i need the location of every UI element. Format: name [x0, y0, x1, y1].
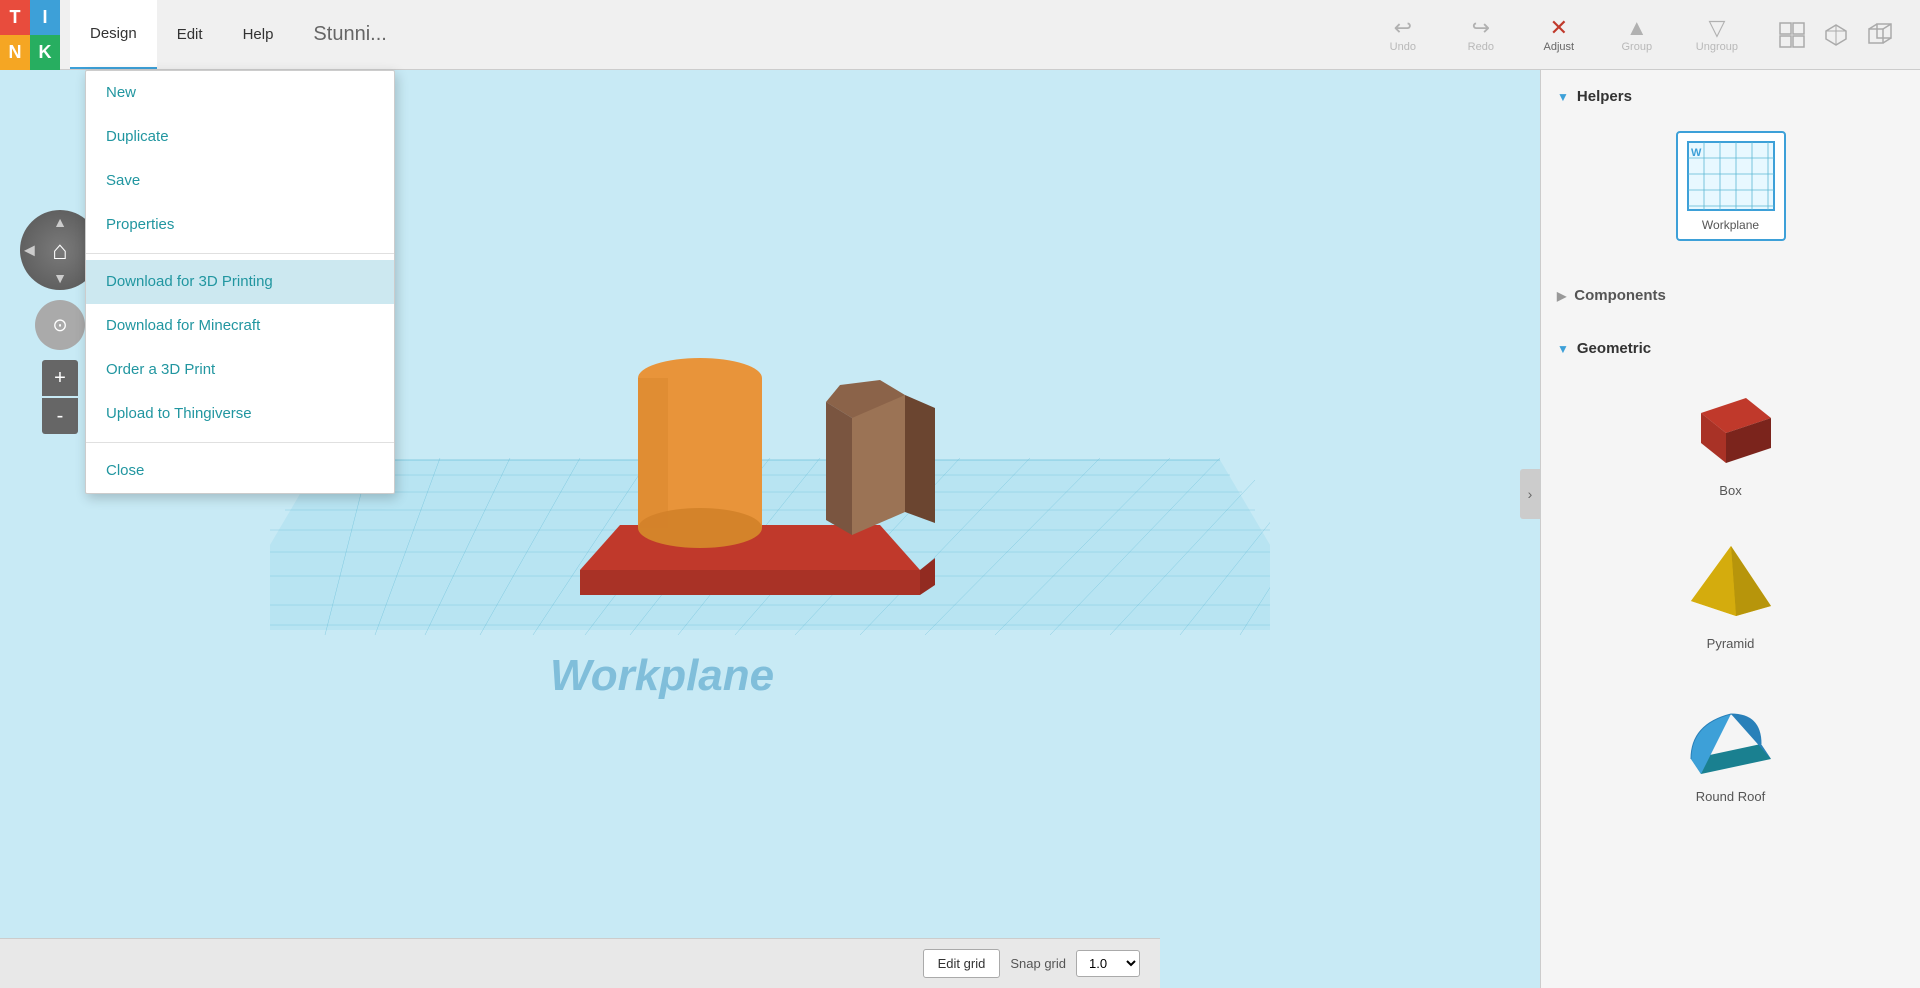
ungroup-icon: ▽ [1708, 17, 1725, 39]
nav-menu: Design Edit Help [70, 0, 293, 69]
reset-icon: ⊙ [52, 315, 67, 336]
chevron-right-icon: › [1528, 486, 1533, 502]
helpers-section: ▼ Helpers [1541, 70, 1920, 269]
undo-icon: ↩ [1394, 17, 1412, 39]
dropdown-menu: New Duplicate Save Properties Download f… [85, 70, 395, 494]
components-arrow-icon: ▶ [1557, 289, 1566, 303]
helpers-label: Helpers [1577, 88, 1632, 105]
group-label: Group [1622, 41, 1653, 53]
bottom-bar: Edit grid Snap grid 1.0 0.5 0.25 2.0 [0, 938, 1160, 988]
geometric-label: Geometric [1577, 340, 1651, 357]
header: T I N K Design Edit Help Stunni... ↩ Und… [0, 0, 1920, 70]
redo-icon: ↪ [1472, 17, 1490, 39]
redo-button[interactable]: ↪ Redo [1446, 11, 1516, 59]
workplane-card-container: W Workplane [1557, 121, 1904, 251]
workplane-grid-icon: W [1686, 140, 1776, 212]
right-panel: ▼ Helpers [1540, 70, 1920, 988]
nav-down-arrow[interactable]: ▼ [53, 270, 67, 286]
nav-help[interactable]: Help [223, 0, 294, 69]
menu-item-download-3d[interactable]: Download for 3D Printing [86, 260, 394, 304]
group-icon: ▲ [1626, 17, 1648, 39]
box-view-button[interactable] [1860, 15, 1900, 55]
adjust-label: Adjust [1544, 41, 1575, 53]
round-roof-shape-image [1681, 691, 1781, 781]
pyramid-shape-image [1681, 538, 1781, 628]
adjust-button[interactable]: ✕ Adjust [1524, 11, 1594, 59]
logo: T I N K [0, 0, 60, 70]
shape-round-roof[interactable]: Round Roof [1661, 681, 1801, 814]
undo-label: Undo [1390, 41, 1416, 53]
ungroup-label: Ungroup [1696, 41, 1738, 53]
redo-label: Redo [1468, 41, 1494, 53]
nav-up-arrow[interactable]: ▲ [53, 214, 67, 230]
components-section: ▶ Components [1541, 269, 1920, 322]
menu-item-download-minecraft[interactable]: Download for Minecraft [86, 304, 394, 348]
app-title: Stunni... [313, 23, 386, 46]
snap-grid-label: Snap grid [1010, 956, 1066, 971]
menu-item-save[interactable]: Save [86, 159, 394, 203]
red-base [580, 525, 935, 595]
helpers-section-header[interactable]: ▼ Helpers [1557, 80, 1904, 113]
edit-grid-button[interactable]: Edit grid [923, 949, 1001, 978]
nav-left-arrow[interactable]: ◀ [24, 242, 35, 259]
3d-view-button[interactable] [1816, 15, 1856, 55]
menu-item-duplicate[interactable]: Duplicate [86, 115, 394, 159]
zoom-in-button[interactable]: + [42, 360, 78, 396]
scene-svg: Workplane [270, 180, 1270, 780]
shape-box[interactable]: Box [1661, 375, 1801, 508]
ungroup-button[interactable]: ▽ Ungroup [1680, 11, 1754, 59]
menu-item-upload-thingiverse[interactable]: Upload to Thingiverse [86, 392, 394, 436]
panel-collapse-button[interactable]: › [1520, 469, 1540, 519]
view-mode-buttons [1772, 15, 1900, 55]
menu-item-new[interactable]: New [86, 71, 394, 115]
helpers-arrow-icon: ▼ [1557, 90, 1569, 104]
svg-text:W: W [1691, 147, 1702, 159]
logo-k: K [30, 35, 60, 70]
menu-item-properties[interactable]: Properties [86, 203, 394, 247]
box-label: Box [1719, 483, 1741, 498]
workplane-card[interactable]: W Workplane [1676, 131, 1786, 241]
nav-design[interactable]: Design [70, 0, 157, 69]
brown-hexprism [826, 380, 935, 535]
components-label: Components [1574, 287, 1666, 304]
box-shape-image [1681, 385, 1781, 475]
logo-n: N [0, 35, 30, 70]
shapes-grid: Box Pyramid [1557, 365, 1904, 824]
orange-cylinder [638, 358, 762, 548]
components-section-header[interactable]: ▶ Components [1557, 279, 1904, 312]
geometric-section-header[interactable]: ▼ Geometric [1557, 332, 1904, 365]
menu-item-order-print[interactable]: Order a 3D Print [86, 348, 394, 392]
workplane-card-label: Workplane [1702, 218, 1759, 232]
shape-pyramid[interactable]: Pyramid [1661, 528, 1801, 661]
menu-divider-1 [86, 253, 394, 254]
reset-view-button[interactable]: ⊙ [35, 300, 85, 350]
undo-button[interactable]: ↩ Undo [1368, 11, 1438, 59]
menu-item-close[interactable]: Close [86, 449, 394, 493]
logo-t: T [0, 0, 30, 35]
menu-divider-2 [86, 442, 394, 443]
adjust-icon: ✕ [1550, 17, 1568, 39]
nav-edit[interactable]: Edit [157, 0, 223, 69]
svg-text:Workplane: Workplane [550, 651, 774, 700]
zoom-controls: + - [42, 360, 78, 434]
group-button[interactable]: ▲ Group [1602, 11, 1672, 59]
snap-grid-select[interactable]: 1.0 0.5 0.25 2.0 [1076, 950, 1140, 977]
grid-view-button[interactable] [1772, 15, 1812, 55]
logo-i: I [30, 0, 60, 35]
pyramid-label: Pyramid [1707, 636, 1755, 651]
toolbar-actions: ↩ Undo ↪ Redo ✕ Adjust ▲ Group ▽ Ungroup [1368, 11, 1900, 59]
geometric-section: ▼ Geometric Box [1541, 322, 1920, 834]
home-icon: ⌂ [52, 235, 68, 266]
geometric-arrow-icon: ▼ [1557, 342, 1569, 356]
round-roof-label: Round Roof [1696, 789, 1765, 804]
zoom-out-button[interactable]: - [42, 398, 78, 434]
